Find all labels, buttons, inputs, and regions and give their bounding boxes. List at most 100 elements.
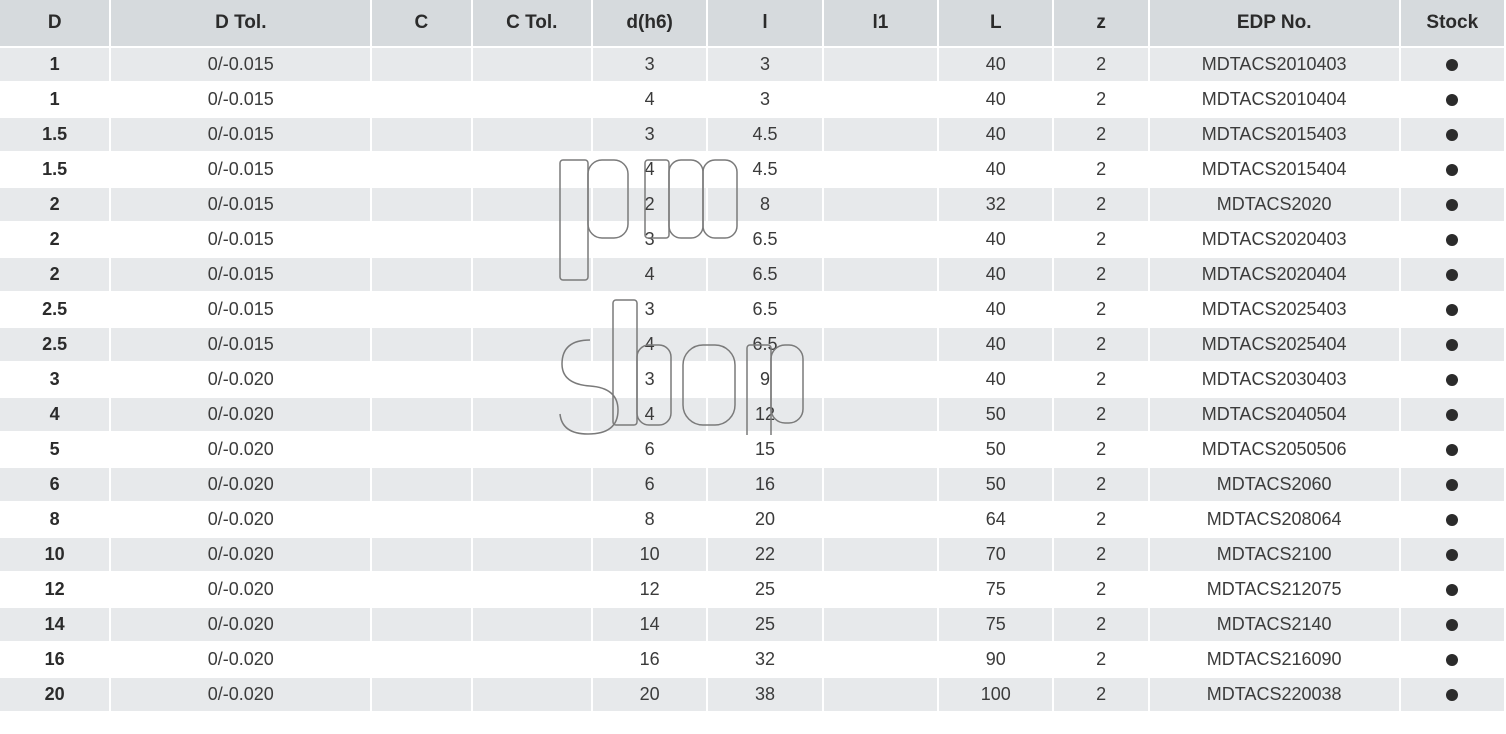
- cell-edp: MDTACS2015403: [1149, 117, 1400, 152]
- table-row: 10/-0.01543402MDTACS2010404: [0, 82, 1505, 117]
- cell-l: 6.5: [707, 222, 822, 257]
- cell-C: [371, 82, 471, 117]
- table-row: 10/-0.01533402MDTACS2010403: [0, 47, 1505, 82]
- stock-dot-icon: [1446, 59, 1458, 71]
- col-header-l1: l1: [823, 0, 938, 47]
- table-row: 1.50/-0.01544.5402MDTACS2015404: [0, 152, 1505, 187]
- cell-edp: MDTACS2020403: [1149, 222, 1400, 257]
- cell-edp: MDTACS2025403: [1149, 292, 1400, 327]
- cell-C: [371, 502, 471, 537]
- cell-dh6: 3: [592, 292, 707, 327]
- cell-dh6: 8: [592, 502, 707, 537]
- cell-dh6: 4: [592, 257, 707, 292]
- cell-z: 2: [1053, 677, 1148, 712]
- cell-CTol: [472, 397, 592, 432]
- cell-DTol: 0/-0.020: [110, 432, 371, 467]
- cell-DTol: 0/-0.015: [110, 222, 371, 257]
- cell-DTol: 0/-0.020: [110, 362, 371, 397]
- cell-stock: [1400, 187, 1505, 222]
- cell-dh6: 4: [592, 327, 707, 362]
- cell-stock: [1400, 47, 1505, 82]
- cell-C: [371, 677, 471, 712]
- cell-L: 40: [938, 82, 1053, 117]
- cell-DTol: 0/-0.020: [110, 607, 371, 642]
- cell-l1: [823, 607, 938, 642]
- cell-DTol: 0/-0.020: [110, 397, 371, 432]
- cell-DTol: 0/-0.015: [110, 152, 371, 187]
- stock-dot-icon: [1446, 199, 1458, 211]
- cell-l: 22: [707, 537, 822, 572]
- col-header-CTol: C Tol.: [472, 0, 592, 47]
- cell-C: [371, 47, 471, 82]
- cell-stock: [1400, 572, 1505, 607]
- cell-dh6: 4: [592, 152, 707, 187]
- cell-edp: MDTACS2020: [1149, 187, 1400, 222]
- stock-dot-icon: [1446, 374, 1458, 386]
- cell-l: 32: [707, 642, 822, 677]
- cell-l1: [823, 432, 938, 467]
- col-header-stock: Stock: [1400, 0, 1505, 47]
- cell-l1: [823, 82, 938, 117]
- cell-dh6: 2: [592, 187, 707, 222]
- cell-D: 2: [0, 257, 110, 292]
- cell-CTol: [472, 572, 592, 607]
- cell-C: [371, 607, 471, 642]
- cell-C: [371, 152, 471, 187]
- col-header-D: D: [0, 0, 110, 47]
- cell-z: 2: [1053, 432, 1148, 467]
- cell-stock: [1400, 502, 1505, 537]
- cell-CTol: [472, 152, 592, 187]
- cell-CTol: [472, 432, 592, 467]
- cell-D: 1: [0, 47, 110, 82]
- cell-D: 20: [0, 677, 110, 712]
- table-head: D D Tol. C C Tol. d(h6) l l1 L z EDP No.…: [0, 0, 1505, 47]
- cell-stock: [1400, 537, 1505, 572]
- cell-l: 6.5: [707, 257, 822, 292]
- cell-L: 50: [938, 432, 1053, 467]
- cell-edp: MDTACS2060: [1149, 467, 1400, 502]
- cell-stock: [1400, 397, 1505, 432]
- cell-L: 40: [938, 362, 1053, 397]
- cell-CTol: [472, 82, 592, 117]
- cell-l: 6.5: [707, 292, 822, 327]
- cell-l1: [823, 187, 938, 222]
- cell-stock: [1400, 607, 1505, 642]
- cell-l: 4.5: [707, 117, 822, 152]
- cell-z: 2: [1053, 187, 1148, 222]
- cell-C: [371, 537, 471, 572]
- cell-CTol: [472, 327, 592, 362]
- cell-L: 40: [938, 257, 1053, 292]
- cell-edp: MDTACS220038: [1149, 677, 1400, 712]
- cell-L: 75: [938, 607, 1053, 642]
- stock-dot-icon: [1446, 689, 1458, 701]
- cell-l: 4.5: [707, 152, 822, 187]
- cell-l1: [823, 572, 938, 607]
- cell-D: 2.5: [0, 292, 110, 327]
- cell-stock: [1400, 82, 1505, 117]
- cell-C: [371, 292, 471, 327]
- page-wrap: D D Tol. C C Tol. d(h6) l l1 L z EDP No.…: [0, 0, 1506, 713]
- table-row: 200/-0.02020381002MDTACS220038: [0, 677, 1505, 712]
- cell-stock: [1400, 467, 1505, 502]
- cell-stock: [1400, 292, 1505, 327]
- cell-DTol: 0/-0.015: [110, 82, 371, 117]
- table-row: 50/-0.020615502MDTACS2050506: [0, 432, 1505, 467]
- cell-l1: [823, 292, 938, 327]
- cell-DTol: 0/-0.020: [110, 502, 371, 537]
- stock-dot-icon: [1446, 94, 1458, 106]
- cell-L: 100: [938, 677, 1053, 712]
- cell-D: 1.5: [0, 117, 110, 152]
- cell-z: 2: [1053, 642, 1148, 677]
- cell-edp: MDTACS2030403: [1149, 362, 1400, 397]
- table-row: 80/-0.020820642MDTACS208064: [0, 502, 1505, 537]
- stock-dot-icon: [1446, 479, 1458, 491]
- cell-z: 2: [1053, 502, 1148, 537]
- cell-l: 20: [707, 502, 822, 537]
- cell-l: 25: [707, 572, 822, 607]
- cell-stock: [1400, 677, 1505, 712]
- table-row: 60/-0.020616502MDTACS2060: [0, 467, 1505, 502]
- cell-dh6: 12: [592, 572, 707, 607]
- cell-L: 40: [938, 152, 1053, 187]
- cell-l: 9: [707, 362, 822, 397]
- cell-stock: [1400, 117, 1505, 152]
